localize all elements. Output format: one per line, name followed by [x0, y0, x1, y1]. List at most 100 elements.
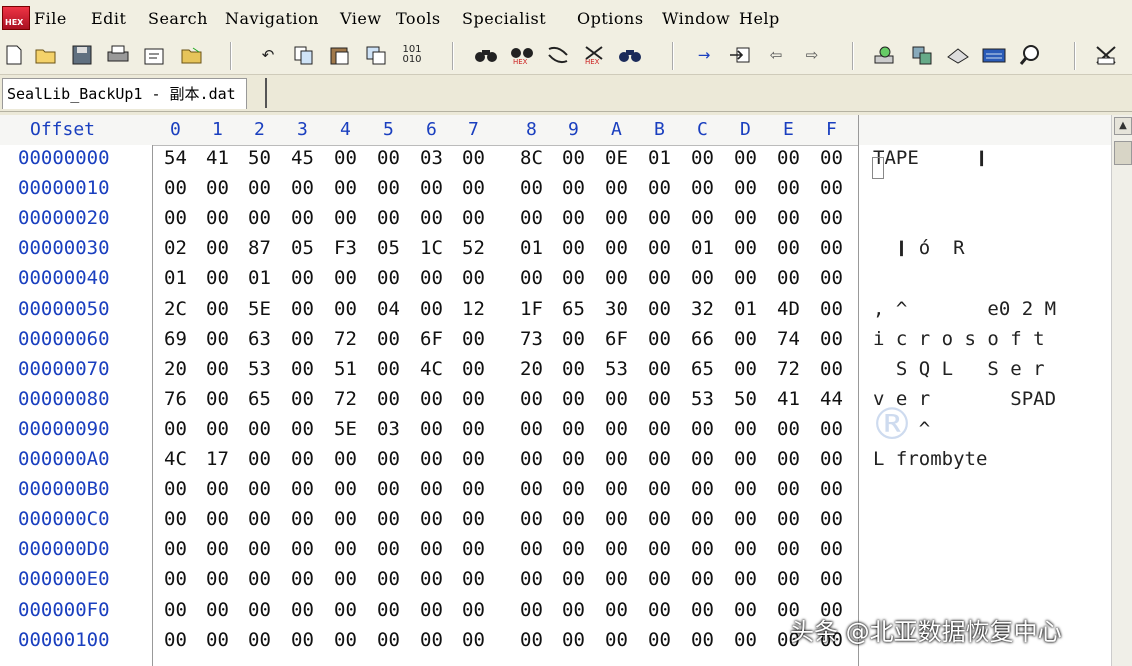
hex-byte[interactable]: 00 — [377, 448, 400, 470]
hex-byte[interactable]: 02 — [164, 237, 187, 259]
hex-byte[interactable]: 00 — [777, 478, 800, 500]
hex-byte[interactable]: 50 — [248, 147, 271, 169]
hex-byte[interactable]: 51 — [334, 358, 357, 380]
hex-byte[interactable]: 00 — [248, 207, 271, 229]
hex-byte[interactable]: 00 — [820, 328, 843, 350]
hex-byte[interactable]: 00 — [520, 629, 543, 651]
text-cell[interactable]: ❙ ó R — [873, 237, 965, 259]
hex-byte[interactable]: 00 — [206, 328, 229, 350]
hex-byte[interactable]: 73 — [520, 328, 543, 350]
hex-byte[interactable]: 00 — [206, 237, 229, 259]
hex-byte[interactable]: 00 — [377, 358, 400, 380]
hex-byte[interactable]: 00 — [291, 448, 314, 470]
hex-byte[interactable]: 00 — [291, 298, 314, 320]
menu-window[interactable]: Window — [662, 9, 730, 28]
hex-byte[interactable]: 00 — [206, 538, 229, 560]
hex-byte[interactable]: 00 — [462, 629, 485, 651]
hex-byte[interactable]: 00 — [648, 388, 671, 410]
hex-byte[interactable]: 5E — [248, 298, 271, 320]
hex-byte[interactable]: 1F — [520, 298, 543, 320]
hex-byte[interactable]: 00 — [462, 599, 485, 621]
hex-byte[interactable]: 65 — [248, 388, 271, 410]
scroll-thumb[interactable] — [1114, 141, 1132, 165]
menu-tools[interactable]: Tools — [396, 9, 441, 28]
hex-byte[interactable]: 00 — [291, 568, 314, 590]
hex-byte[interactable]: 01 — [734, 298, 757, 320]
hex-byte[interactable]: 00 — [605, 599, 628, 621]
hex-byte[interactable]: 00 — [562, 237, 585, 259]
hex-byte[interactable]: 00 — [206, 599, 229, 621]
hex-byte[interactable]: 8C — [520, 147, 543, 169]
hex-byte[interactable]: 00 — [648, 237, 671, 259]
hex-byte[interactable]: 4C — [164, 448, 187, 470]
hex-byte[interactable]: 00 — [462, 388, 485, 410]
hex-byte[interactable]: 41 — [206, 147, 229, 169]
hex-byte[interactable]: 00 — [164, 418, 187, 440]
hex-byte[interactable]: 00 — [206, 267, 229, 289]
hex-byte[interactable]: 00 — [420, 599, 443, 621]
hex-byte[interactable]: 00 — [291, 328, 314, 350]
hex-byte[interactable]: 63 — [248, 328, 271, 350]
hex-byte[interactable]: 00 — [164, 599, 187, 621]
hex-byte[interactable]: 00 — [334, 478, 357, 500]
hex-byte[interactable]: 00 — [734, 147, 757, 169]
clone-icon[interactable] — [364, 43, 388, 67]
hex-byte[interactable]: 76 — [164, 388, 187, 410]
hex-byte[interactable]: 00 — [520, 388, 543, 410]
menu-view[interactable]: View — [340, 9, 382, 28]
hex-byte[interactable]: 00 — [562, 629, 585, 651]
hex-byte[interactable]: 00 — [605, 629, 628, 651]
hex-byte[interactable]: 00 — [291, 478, 314, 500]
menu-search[interactable]: Search — [148, 9, 208, 28]
hex-byte[interactable]: 00 — [206, 629, 229, 651]
hex-byte[interactable]: 00 — [334, 177, 357, 199]
app-icon[interactable]: HEX — [2, 6, 30, 30]
hex-byte[interactable]: 20 — [520, 358, 543, 380]
hex-byte[interactable]: 00 — [820, 207, 843, 229]
hex-byte[interactable]: 00 — [377, 328, 400, 350]
hex-byte[interactable]: 00 — [562, 267, 585, 289]
hex-byte[interactable]: 00 — [377, 388, 400, 410]
hex-byte[interactable]: 00 — [648, 207, 671, 229]
hex-byte[interactable]: 00 — [777, 418, 800, 440]
hex-byte[interactable]: 00 — [420, 388, 443, 410]
hex-byte[interactable]: 74 — [777, 328, 800, 350]
hex-byte[interactable]: 00 — [691, 147, 714, 169]
tools-icon[interactable] — [1094, 43, 1118, 67]
hex-byte[interactable]: 00 — [777, 448, 800, 470]
hex-byte[interactable]: 00 — [648, 298, 671, 320]
hex-byte[interactable]: 30 — [605, 298, 628, 320]
hex-byte[interactable]: 00 — [820, 478, 843, 500]
hex-byte[interactable]: 0E — [605, 147, 628, 169]
hex-byte[interactable]: 00 — [648, 418, 671, 440]
hex-byte[interactable]: 00 — [605, 418, 628, 440]
hex-byte[interactable]: 00 — [206, 358, 229, 380]
hex-byte[interactable]: 00 — [334, 448, 357, 470]
hex-byte[interactable]: 00 — [734, 267, 757, 289]
hex-byte[interactable]: 00 — [648, 629, 671, 651]
hex-byte[interactable]: 00 — [820, 568, 843, 590]
hex-byte[interactable]: F3 — [334, 237, 357, 259]
hex-byte[interactable]: 00 — [462, 147, 485, 169]
hex-byte[interactable]: 00 — [820, 267, 843, 289]
menu-file[interactable]: File — [34, 9, 67, 28]
hex-byte[interactable]: 00 — [248, 448, 271, 470]
hex-byte[interactable]: 00 — [420, 508, 443, 530]
hex-byte[interactable]: 00 — [248, 177, 271, 199]
hex-byte[interactable]: 00 — [334, 207, 357, 229]
hex-byte[interactable]: 00 — [334, 568, 357, 590]
hex-byte[interactable]: 53 — [691, 388, 714, 410]
hex-byte[interactable]: 00 — [562, 358, 585, 380]
hex-byte[interactable]: 00 — [648, 267, 671, 289]
hex-byte[interactable]: 2C — [164, 298, 187, 320]
hex-byte[interactable]: 00 — [377, 177, 400, 199]
hex-byte[interactable]: 00 — [605, 237, 628, 259]
hex-byte[interactable]: 00 — [820, 298, 843, 320]
hex-byte[interactable]: 00 — [691, 538, 714, 560]
hex-byte[interactable]: 00 — [648, 358, 671, 380]
hex-byte[interactable]: 00 — [334, 629, 357, 651]
hex-byte[interactable]: 00 — [291, 267, 314, 289]
hex-byte[interactable]: 00 — [462, 207, 485, 229]
hex-byte[interactable]: 00 — [420, 478, 443, 500]
hex-byte[interactable]: 00 — [248, 418, 271, 440]
